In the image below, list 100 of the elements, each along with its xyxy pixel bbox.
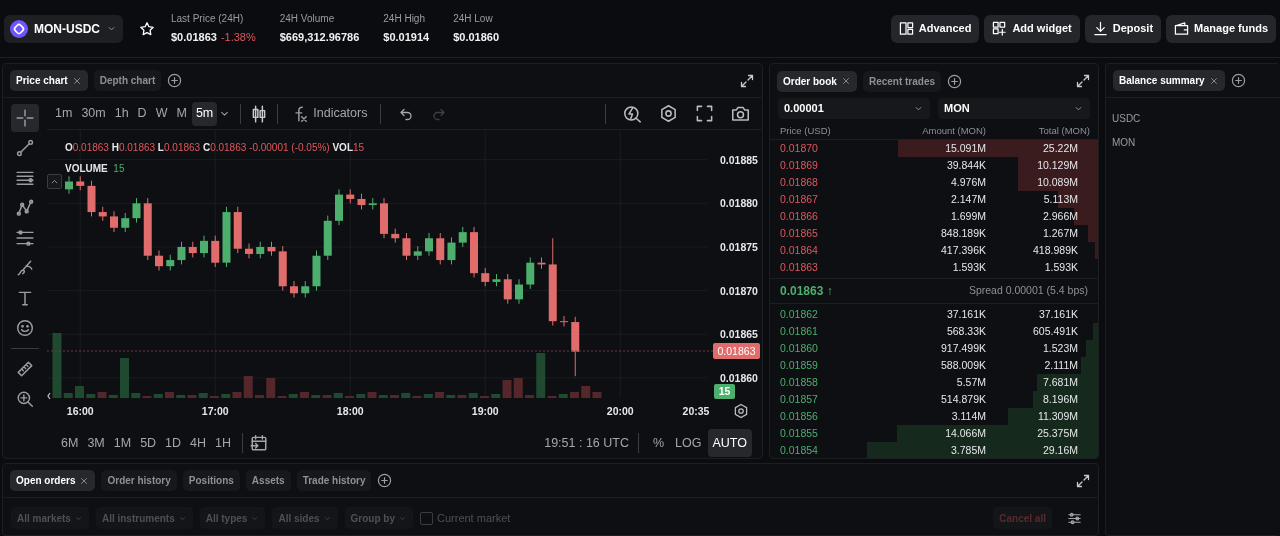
calendar-icon[interactable] xyxy=(250,434,269,452)
amount-cell: 848.189K xyxy=(941,226,986,239)
scale-option[interactable]: % xyxy=(647,429,670,457)
candlestick xyxy=(515,278,523,305)
panel-tab[interactable]: Price chart xyxy=(10,70,88,91)
range-button[interactable]: 1M xyxy=(109,431,136,455)
price-cell: 0.01865 xyxy=(780,226,818,239)
range-button[interactable]: 4H xyxy=(186,431,211,455)
panel-tab[interactable]: Open orders xyxy=(10,470,96,491)
panel-tab[interactable]: Balance summary xyxy=(1113,70,1225,91)
amount-cell: 1.593K xyxy=(952,260,986,273)
price-cell: 0.01858 xyxy=(780,375,818,388)
range-button[interactable]: 6M xyxy=(57,431,83,455)
amount-cell: 2.147M xyxy=(950,192,986,205)
header-button[interactable]: Advanced xyxy=(890,14,980,43)
total-cell: 29.16M xyxy=(1042,443,1078,456)
volume-legend: VOLUME 15 xyxy=(65,161,125,176)
wallet-icon xyxy=(1174,21,1190,36)
scale-option[interactable]: LOG xyxy=(670,429,707,457)
add-tab-icon[interactable] xyxy=(377,473,393,488)
candlestick xyxy=(121,212,130,233)
add-tab-icon[interactable] xyxy=(947,73,963,89)
panel-tab[interactable]: Depth chart xyxy=(93,70,162,91)
crosshair-icon xyxy=(16,109,34,127)
close-icon[interactable] xyxy=(71,75,82,86)
expand-icon[interactable] xyxy=(1075,73,1091,89)
range-button[interactable]: 1D xyxy=(161,431,186,455)
camera-icon[interactable] xyxy=(731,104,750,123)
close-icon[interactable] xyxy=(79,475,90,486)
interval-button[interactable]: 5m xyxy=(191,101,218,126)
candlestick xyxy=(132,197,141,224)
panel-tab[interactable]: Recent trades xyxy=(862,70,942,92)
total-cell: 2.111M xyxy=(1044,358,1078,371)
candlestick xyxy=(436,232,445,265)
candlestick xyxy=(155,249,163,272)
horizontal-lines-icon xyxy=(16,169,34,187)
panel-tab[interactable]: Order book xyxy=(777,70,857,92)
panel-tab[interactable]: Positions xyxy=(182,470,240,491)
interval-button[interactable]: W xyxy=(151,101,172,126)
ruler-icon xyxy=(16,360,34,378)
scale-option[interactable]: AUTO xyxy=(707,429,752,457)
close-icon[interactable] xyxy=(1208,75,1219,86)
unit-select[interactable]: MON xyxy=(938,98,1090,119)
add-tab-icon[interactable] xyxy=(1230,73,1246,88)
tick-size-select[interactable]: 0.00001 xyxy=(778,98,930,119)
indicators-button[interactable]: Indicators xyxy=(287,101,372,126)
settings-icon[interactable] xyxy=(659,104,678,123)
candlestick xyxy=(110,210,118,233)
interval-button[interactable]: 1m xyxy=(51,101,77,126)
checkbox[interactable] xyxy=(420,511,433,525)
price-cell: 0.01854 xyxy=(780,443,818,456)
interval-button[interactable]: 1h xyxy=(110,101,133,126)
price-axis-label: 0.01860 xyxy=(720,371,758,384)
range-button[interactable]: 1H xyxy=(211,431,236,455)
add-tab-icon[interactable] xyxy=(167,73,183,88)
header-button[interactable]: Add widget xyxy=(984,14,1080,43)
price-axis-label: 0.01870 xyxy=(720,284,758,297)
candlestick xyxy=(278,245,287,292)
stat-value: $0.01860 xyxy=(453,30,500,46)
market-selector[interactable]: MON-USDC xyxy=(4,14,123,43)
collapse-button[interactable] xyxy=(47,174,62,189)
time-axis-label: 20:00 xyxy=(606,405,634,417)
range-button[interactable]: 5D xyxy=(136,431,161,455)
candlestick xyxy=(211,235,220,268)
expand-icon[interactable] xyxy=(739,72,755,89)
candlestick xyxy=(233,206,242,254)
amount-cell: 417.396K xyxy=(941,243,986,256)
time-axis-label: 16:00 xyxy=(66,405,94,417)
settings-icon[interactable] xyxy=(734,403,748,419)
candlestick xyxy=(143,197,152,261)
favorite-star-icon[interactable] xyxy=(139,20,155,37)
fullscreen-icon[interactable] xyxy=(695,104,714,123)
panel-tab[interactable]: Assets xyxy=(245,470,291,491)
total-cell: 8.196M xyxy=(1042,392,1078,405)
expand-icon[interactable] xyxy=(1075,472,1091,489)
candlestick xyxy=(200,235,208,258)
stat-value: $0.01914 xyxy=(383,30,430,46)
total-cell: 11.309M xyxy=(1037,409,1078,422)
price-cell: 0.01855 xyxy=(780,426,818,439)
interval-button[interactable]: 30m xyxy=(77,101,110,126)
total-cell: 605.491K xyxy=(1033,324,1078,337)
candlestick xyxy=(492,273,501,287)
header-button[interactable]: Manage funds xyxy=(1166,14,1276,43)
range-button[interactable]: 3M xyxy=(83,431,109,455)
header-button[interactable]: Deposit xyxy=(1084,14,1162,43)
panel-tab[interactable]: Trade history xyxy=(296,470,372,491)
alert-search-icon[interactable] xyxy=(623,104,642,123)
price-cell: 0.01864 xyxy=(780,243,818,256)
interval-button[interactable]: M xyxy=(172,101,191,126)
interval-button[interactable]: D xyxy=(133,101,151,126)
close-icon[interactable] xyxy=(840,76,851,86)
collapse-left-icon[interactable] xyxy=(47,392,51,400)
drawing-tool-button[interactable] xyxy=(11,104,39,132)
amount-cell: 15.091M xyxy=(945,141,986,154)
sliders-icon[interactable] xyxy=(1067,510,1082,526)
candlestick xyxy=(413,245,422,261)
total-cell: 418.989K xyxy=(1033,243,1078,256)
stat-label: Last Price (24H) xyxy=(171,12,245,27)
panel-tab[interactable]: Order history xyxy=(101,470,177,491)
candlestick xyxy=(357,193,366,210)
